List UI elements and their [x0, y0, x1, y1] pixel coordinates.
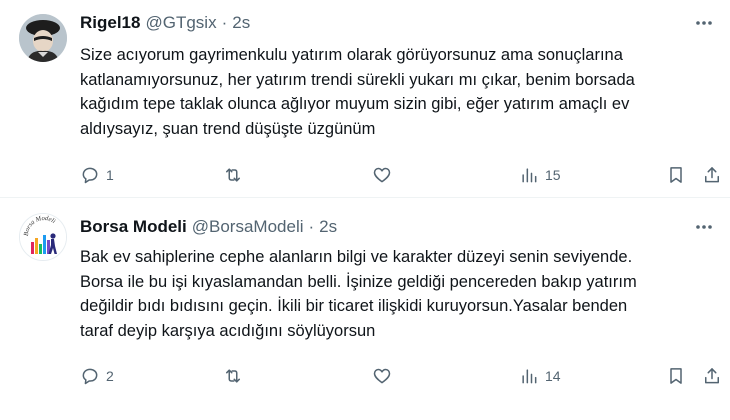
retweet-button[interactable] — [223, 160, 249, 190]
heart-icon — [373, 167, 391, 183]
logo-icon: Borsa Modeli — [20, 214, 66, 260]
bookmark-button[interactable] — [666, 361, 686, 391]
tweet-text-line: katlanamıyorsunuz, her yatırım trendi sü… — [80, 70, 635, 89]
bookmark-icon — [670, 368, 682, 384]
tweet[interactable]: Borsa Modeli Borsa Modeli @BorsaModeli ·… — [0, 198, 730, 420]
retweet-icon — [226, 168, 240, 182]
tweet-text: Bak ev sahiplerine cephe alanların bilgi… — [80, 245, 720, 343]
user-handle[interactable]: @GTgsix — [145, 13, 216, 33]
retweet-icon — [226, 369, 240, 383]
reply-icon — [82, 368, 98, 385]
tweet-text-line: değildir bıdı bıdısını geçin. İkili bir … — [80, 297, 628, 315]
tweet-text-line: Size acıyorum gayrimenkulu yatırım olara… — [80, 46, 623, 64]
tweet-text-line: Bak ev sahiplerine cephe alanların bilgi… — [80, 248, 633, 266]
like-button[interactable] — [372, 361, 398, 391]
separator-dot: · — [221, 13, 228, 32]
share-icon — [705, 368, 719, 384]
display-name[interactable]: Rigel18 — [80, 13, 140, 33]
more-options-button[interactable] — [690, 12, 718, 34]
reply-count: 2 — [106, 368, 114, 384]
timestamp[interactable]: 2s — [232, 13, 250, 33]
separator-dot: · — [308, 217, 315, 236]
avatar-illustration — [19, 14, 67, 62]
action-bar: 1 15 — [0, 160, 730, 190]
tweet-text-line: taraf deyip karşıya acıdığını söylüyorsu… — [80, 321, 376, 340]
tweet-text-line: Borsa ile bu işi kıyaslamandan belli. İş… — [80, 272, 637, 291]
tweet[interactable]: Rigel18 @GTgsix · 2s Size acıyorum gayri… — [0, 0, 730, 197]
share-icon — [705, 167, 719, 183]
share-button[interactable] — [702, 361, 722, 391]
display-name[interactable]: Borsa Modeli — [80, 217, 187, 237]
more-options-button[interactable] — [690, 216, 718, 238]
tweet-text-line: kağıdım tepe taklak olunca ağlıyor muyum… — [80, 95, 630, 113]
retweet-button[interactable] — [223, 361, 249, 391]
reply-button[interactable]: 2 — [80, 361, 114, 391]
reply-count: 1 — [106, 167, 114, 183]
tweet-header: Borsa Modeli @BorsaModeli · 2s — [80, 216, 337, 238]
avatar[interactable] — [19, 14, 67, 62]
share-button[interactable] — [702, 160, 722, 190]
tweet-text: Size acıyorum gayrimenkulu yatırım olara… — [80, 43, 720, 141]
like-button[interactable] — [372, 160, 398, 190]
more-icon — [696, 21, 712, 25]
views-button[interactable]: 14 — [519, 361, 561, 391]
heart-icon — [373, 368, 391, 384]
reply-icon — [82, 167, 98, 184]
tweet-header: Rigel18 @GTgsix · 2s — [80, 12, 250, 34]
timestamp[interactable]: 2s — [319, 217, 337, 237]
views-icon — [522, 168, 537, 183]
bookmark-button[interactable] — [666, 160, 686, 190]
views-button[interactable]: 15 — [519, 160, 561, 190]
avatar[interactable]: Borsa Modeli — [19, 213, 67, 261]
views-count: 14 — [545, 368, 561, 384]
user-handle[interactable]: @BorsaModeli — [192, 217, 304, 237]
reply-button[interactable]: 1 — [80, 160, 114, 190]
action-bar: 2 14 — [0, 361, 730, 391]
views-icon — [522, 369, 537, 384]
views-count: 15 — [545, 167, 561, 183]
bookmark-icon — [670, 167, 682, 183]
more-icon — [696, 225, 712, 229]
tweet-text-line: aldıysayız, şuan trend düşüşte üzgünüm — [80, 119, 376, 138]
